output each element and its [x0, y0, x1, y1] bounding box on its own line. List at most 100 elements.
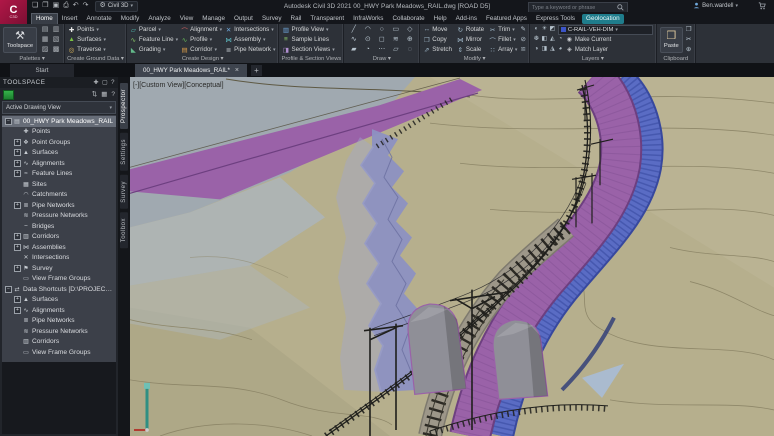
arc-icon[interactable]: ◠: [361, 25, 374, 34]
spline-icon[interactable]: ≋: [389, 35, 402, 44]
tree-item-assemblies[interactable]: + ⋈ Assemblies: [2, 242, 116, 253]
tree-item-ds-pressure-networks[interactable]: ≋ Pressure Networks: [2, 326, 116, 337]
expand-icon[interactable]: +: [14, 149, 21, 156]
search-icon[interactable]: [617, 4, 624, 11]
move-button[interactable]: ↔ Move: [423, 25, 454, 34]
corridor-button[interactable]: ▤ Corridor ▾: [181, 45, 222, 54]
ribbon-tab[interactable]: Collaborate: [388, 14, 428, 24]
layer-on-icon[interactable]: ◐: [533, 25, 540, 34]
plot-icon[interactable]: ⎙: [63, 1, 69, 11]
ribbon-tab[interactable]: InfraWorks: [349, 14, 387, 24]
fillet-button[interactable]: ⌒ Fillet ▾: [489, 35, 517, 44]
intersections-button[interactable]: ✕ Intersections ▾: [225, 25, 275, 34]
panorama-icon[interactable]: ▥: [51, 25, 61, 34]
ribbon-tab[interactable]: Survey: [258, 14, 286, 24]
drawing-viewport[interactable]: [-][Custom View][Conceptual]: [130, 77, 774, 436]
tree-item-point-groups[interactable]: + ❖ Point Groups: [2, 137, 116, 148]
array-button[interactable]: ∷ Array ▾: [489, 45, 517, 54]
layer-isolate-icon[interactable]: ◧: [541, 35, 548, 44]
explode-icon[interactable]: ≌: [520, 45, 525, 54]
redo-icon[interactable]: ↷: [83, 1, 89, 11]
make-current-button[interactable]: ◉ Make Current: [566, 36, 611, 43]
help-icon[interactable]: ?: [111, 78, 115, 88]
new-icon[interactable]: ❏: [32, 1, 38, 11]
layer-freeze-icon[interactable]: ❆: [533, 35, 540, 44]
ribbon-tab[interactable]: Manage: [198, 14, 229, 24]
panel-help-icon[interactable]: ?: [111, 90, 115, 100]
trim-button[interactable]: ✂ Trim ▾: [489, 25, 517, 34]
tab-settings[interactable]: Settings: [120, 133, 128, 171]
expand-icon[interactable]: +: [14, 233, 21, 240]
panel-label-layers[interactable]: Layers ▾: [530, 55, 656, 63]
tree-item-points[interactable]: ✚ Points: [2, 127, 116, 138]
tree-item-sites[interactable]: ▦ Sites: [2, 179, 116, 190]
expand-icon[interactable]: [14, 212, 21, 219]
ribbon-tab[interactable]: Transparent: [306, 14, 348, 24]
tree-item-drawing-root[interactable]: − ▤ 00_HWY Park Meadows_RAIL: [2, 116, 116, 127]
layer-prev-icon[interactable]: ◨: [541, 45, 548, 54]
surfaces-button[interactable]: ▲ Surfaces ▾: [68, 35, 106, 44]
rotate-button[interactable]: ↻ Rotate: [457, 25, 486, 34]
tab-survey[interactable]: Survey: [120, 175, 128, 209]
panel-label-draw[interactable]: Draw ▾: [344, 55, 419, 63]
rectangle-icon[interactable]: ▭: [389, 25, 402, 34]
tree-item-ds-corridors[interactable]: ▥ Corridors: [2, 337, 116, 348]
scale-button[interactable]: ⇕ Scale: [457, 45, 486, 54]
item-view-icon[interactable]: ⇅: [92, 90, 97, 100]
point-icon[interactable]: ⊕: [403, 35, 416, 44]
ribbon-tab[interactable]: Featured Apps: [482, 14, 531, 24]
erase-icon[interactable]: ⊘: [520, 35, 525, 44]
paste-button[interactable]: ❒ Paste: [660, 27, 683, 53]
tree-item-ds-alignments[interactable]: + ∿ Alignments: [2, 305, 116, 316]
expand-icon[interactable]: −: [5, 118, 12, 125]
tree-item-view-frame-groups[interactable]: ▭ View Frame Groups: [2, 274, 116, 285]
tool-palettes-icon[interactable]: ▨: [40, 45, 50, 54]
workspace-switcher[interactable]: ⚙ Civil 3D ▾: [95, 1, 138, 12]
ribbon-tab[interactable]: Geolocation: [582, 14, 624, 24]
properties-icon[interactable]: ▢: [102, 78, 108, 88]
tree-item-surfaces[interactable]: + ▲ Surfaces: [2, 148, 116, 159]
expand-icon[interactable]: [14, 275, 21, 282]
save-icon[interactable]: ▣: [53, 1, 60, 11]
ribbon-tab[interactable]: Help: [430, 14, 451, 24]
box-icon[interactable]: ◻: [375, 35, 388, 44]
tree-item-catchments[interactable]: ◠ Catchments: [2, 190, 116, 201]
view-selector-dropdown[interactable]: Active Drawing View ▾: [2, 101, 116, 114]
stretch-button[interactable]: ⇗ Stretch: [423, 45, 454, 54]
tree-item-pressure-networks[interactable]: ≋ Pressure Networks: [2, 211, 116, 222]
app-menu-button[interactable]: C C3D: [0, 0, 27, 24]
panel-label-modify[interactable]: Modify ▾: [420, 55, 529, 63]
ribbon-tab[interactable]: View: [176, 14, 198, 24]
edit-icon[interactable]: ✎: [520, 25, 525, 34]
points-button[interactable]: ✚ Points ▾: [68, 25, 106, 34]
tree-item-intersections[interactable]: ✕ Intersections: [2, 253, 116, 264]
layer-lock-icon[interactable]: ◩: [549, 25, 556, 34]
region-icon[interactable]: ▱: [389, 45, 402, 54]
panel-label-palettes[interactable]: Palettes ▾: [0, 55, 64, 63]
match-layer-button[interactable]: ◈ Match Layer: [566, 46, 608, 53]
mirror-button[interactable]: ⋈ Mirror: [457, 35, 486, 44]
expand-icon[interactable]: [14, 223, 21, 230]
tab-start[interactable]: Start: [10, 64, 74, 77]
panel-label-create-design[interactable]: Create Design ▾: [127, 55, 279, 63]
content-browser-icon[interactable]: ▩: [51, 45, 61, 54]
tab-current-drawing[interactable]: 00_HWY Park Meadows_RAIL* ×: [135, 64, 247, 77]
layer-thaw-icon[interactable]: ☀: [541, 25, 548, 34]
ribbon-tab[interactable]: Express Tools: [532, 14, 579, 24]
tree-item-ds-view-frame-groups[interactable]: ▭ View Frame Groups: [2, 347, 116, 358]
expand-icon[interactable]: +: [14, 202, 21, 209]
expand-icon[interactable]: +: [14, 160, 21, 167]
expand-icon[interactable]: [14, 338, 21, 345]
expand-icon[interactable]: +: [14, 307, 21, 314]
viewport-controls[interactable]: [-][Custom View][Conceptual]: [133, 82, 224, 89]
expand-icon[interactable]: [14, 128, 21, 135]
expand-icon[interactable]: +: [14, 170, 21, 177]
ribbon-tab[interactable]: Add-ins: [452, 14, 481, 24]
tree-item-feature-lines[interactable]: + ≈ Feature Lines: [2, 169, 116, 180]
layer-dropdown[interactable]: C-RAIL-VEH-DIM ▾: [558, 25, 653, 35]
ribbon-tab[interactable]: Home: [32, 14, 57, 24]
toolspace-button[interactable]: ⚒ Toolspace: [3, 27, 37, 53]
ribbon-tab[interactable]: Analyze: [144, 14, 174, 24]
ribbon-tab[interactable]: Modify: [117, 14, 144, 24]
sheet-set-icon[interactable]: ▦: [40, 35, 50, 44]
